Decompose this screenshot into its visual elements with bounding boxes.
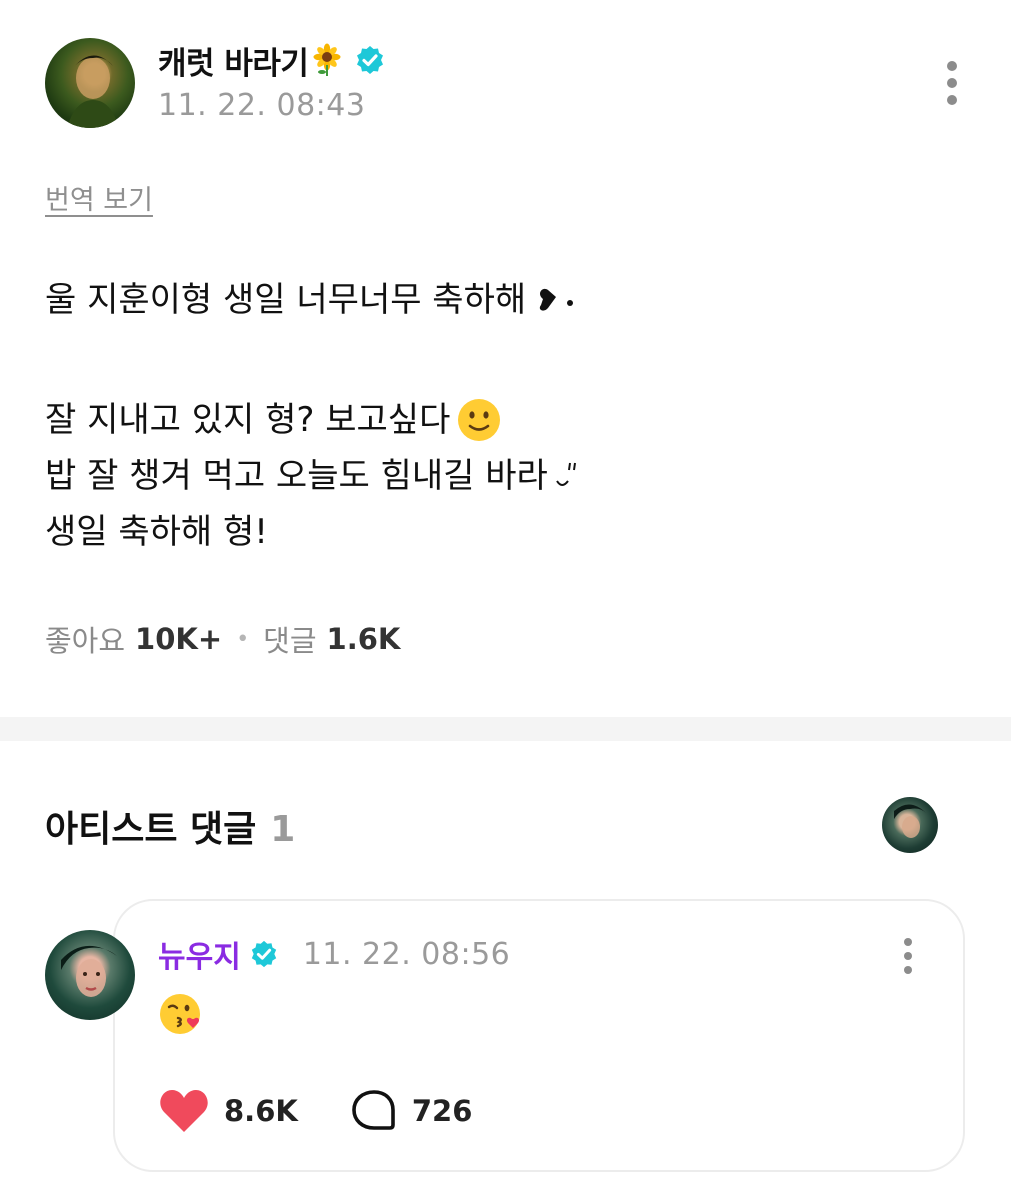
post-line: 밥 잘 챙겨 먹고 오늘도 힘내길 바라 [45, 456, 548, 496]
author-avatar[interactable] [45, 38, 135, 128]
like-button[interactable]: 8.6K [158, 1088, 298, 1134]
more-options-button[interactable] [938, 58, 966, 108]
likes-count[interactable]: 10K+ [135, 622, 222, 656]
comment-timestamp: 11. 22. 08:56 [302, 936, 511, 972]
author-name[interactable]: 캐럿 바라기 [158, 38, 309, 83]
heart-sparkle-icon [540, 288, 574, 311]
kaomoji-icon [555, 462, 576, 486]
post-detail-page: 캐럿 바라기 11. 22. 08:43 번역 보기 울 지훈이형 생일 너무너… [0, 0, 1011, 1200]
likes-label: 좋아요 [45, 624, 126, 658]
more-vertical-icon [947, 61, 957, 105]
smile-emoji-icon [458, 399, 501, 441]
section-divider [0, 717, 1011, 741]
kissing-heart-emoji [160, 994, 200, 1034]
post-line: 잘 지내고 있지 형? 보고싶다 [45, 400, 451, 440]
comments-count[interactable]: 1.6K [327, 622, 401, 656]
artist-comments-label: 아티스트 댓글 [45, 809, 257, 850]
comment-header: 뉴우지 11. 22. 08:56 [158, 932, 511, 976]
reply-button[interactable]: 726 [350, 1088, 473, 1134]
author-row: 캐럿 바라기 [158, 36, 386, 84]
more-vertical-icon [904, 938, 912, 974]
commenter-name[interactable]: 뉴우지 [158, 932, 241, 976]
reply-count: 726 [411, 1094, 473, 1128]
comment-reactions: 8.6K 726 [158, 1085, 472, 1137]
artist-comments-title: 아티스트 댓글 1 [45, 800, 295, 852]
post-line: 울 지훈이형 생일 너무너무 축하해 [45, 280, 527, 320]
artist-avatar-filter[interactable] [882, 797, 938, 853]
commenter-avatar[interactable] [45, 930, 135, 1020]
post-stats: 좋아요 10K+ • 댓글 1.6K [45, 618, 400, 660]
post-timestamp: 11. 22. 08:43 [158, 88, 366, 123]
sunflower-icon [313, 43, 341, 76]
verified-icon [357, 46, 384, 74]
like-count: 8.6K [224, 1094, 298, 1128]
translate-link[interactable]: 번역 보기 [45, 178, 153, 217]
heart-icon [160, 1090, 208, 1132]
post-line: 생일 축하해 형! [45, 512, 268, 552]
post-body: 울 지훈이형 생일 너무너무 축하해 잘 지내고 있지 형? 보고싶다 밥 잘 … [45, 272, 965, 560]
artist-comments-count: 1 [270, 809, 296, 850]
comment-bubble-icon [352, 1090, 395, 1130]
comment-more-button[interactable] [896, 936, 920, 976]
verified-icon [251, 940, 276, 968]
comments-label: 댓글 [263, 624, 317, 658]
separator-dot: • [236, 626, 250, 652]
